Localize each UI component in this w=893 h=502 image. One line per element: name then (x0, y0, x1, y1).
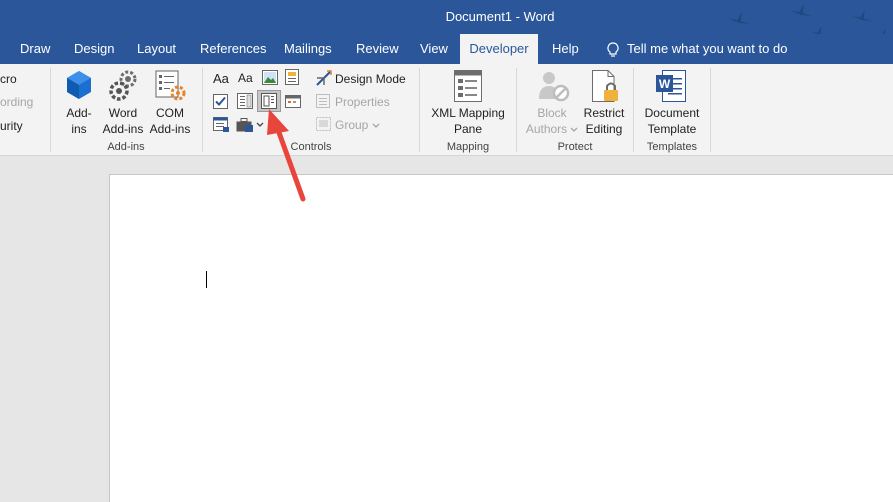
xml-mapping-line2: Pane (453, 122, 483, 136)
group-separator (633, 68, 634, 152)
word-document-template-icon: W (656, 70, 686, 102)
block-authors-icon (539, 72, 570, 102)
protect-group-label: Protect (557, 141, 593, 153)
tab-layout[interactable]: Layout (137, 34, 176, 64)
svg-text:W: W (659, 77, 671, 91)
tell-me-search[interactable]: Tell me what you want to do (607, 34, 787, 64)
word-addins-line1: Word (108, 106, 138, 120)
macros-label: cro (0, 72, 17, 86)
repeating-section-content-control-icon[interactable] (213, 117, 230, 133)
group-separator (516, 68, 517, 152)
tab-design[interactable]: Design (74, 34, 114, 64)
rich-text-content-control-icon[interactable]: Aa (213, 71, 229, 86)
chevron-down-icon (570, 127, 578, 132)
tab-references[interactable]: References (200, 34, 266, 64)
window-title: Document1 - Word (445, 9, 555, 24)
tab-draw[interactable]: Draw (20, 34, 50, 64)
picture-content-control-icon[interactable] (262, 70, 278, 85)
com-addins-icon (155, 70, 186, 101)
bird-decoration-icon (852, 10, 872, 22)
xml-mapping-pane-icon (454, 70, 482, 102)
document-area (0, 157, 893, 502)
macro-security-button[interactable]: urity (0, 119, 23, 133)
record-macro-label: ording (0, 95, 34, 109)
properties-icon (316, 94, 330, 108)
addins-line1: Add- (66, 106, 92, 120)
restrict-editing-line2: Editing (585, 122, 623, 136)
restrict-editing-icon (592, 70, 618, 102)
group-separator (710, 68, 711, 152)
tab-help[interactable]: Help (552, 34, 579, 64)
addins-group-label: Add-ins (107, 141, 145, 153)
chevron-down-icon (372, 123, 380, 128)
building-block-gallery-control-icon[interactable] (285, 69, 301, 86)
tab-view[interactable]: View (420, 34, 448, 64)
com-addins-line1: COM (156, 106, 184, 120)
xml-mapping-line1: XML Mapping (431, 106, 505, 120)
plain-text-content-control-icon[interactable]: Aa (238, 71, 253, 85)
title-bar: Document1 - Word (0, 0, 893, 39)
tab-review[interactable]: Review (356, 34, 399, 64)
restrict-editing-line1: Restrict (583, 106, 625, 120)
ribbon: cro ording urity Add-ins Word Add-ins COM… (0, 64, 893, 156)
mapping-group-label: Mapping (446, 141, 490, 153)
annotation-arrow (267, 109, 306, 202)
document-template-line1: Document (644, 106, 700, 120)
checkbox-content-control-icon[interactable] (213, 94, 228, 109)
macro-security-item[interactable]: cro (0, 72, 17, 86)
gear-addins-icon (109, 70, 137, 101)
text-cursor (206, 271, 207, 288)
tab-mailings[interactable]: Mailings (284, 34, 332, 64)
group-icon (316, 117, 331, 131)
addins-line2: ins (71, 122, 87, 136)
office-addins-icon (67, 71, 91, 99)
group-button-label: Group (335, 118, 369, 132)
com-addins-line2: Add-ins (149, 122, 191, 136)
block-authors-line2: Authors (525, 122, 568, 136)
combo-box-content-control-icon[interactable] (237, 93, 253, 109)
design-mode-button[interactable]: Design Mode (335, 72, 406, 86)
document-template-line2: Template (647, 122, 697, 136)
templates-group-label: Templates (646, 141, 698, 153)
lightbulb-icon (607, 41, 619, 57)
record-macro-item: ording (0, 95, 33, 109)
group-separator (50, 68, 51, 152)
bird-decoration-icon (790, 4, 812, 16)
block-authors-line1: Block (537, 106, 567, 120)
document-page[interactable] (109, 174, 893, 502)
design-mode-icon (316, 70, 332, 86)
bird-decoration-icon (728, 12, 750, 24)
group-separator (202, 68, 203, 152)
group-button: Group (335, 118, 380, 132)
word-addins-line2: Add-ins (102, 122, 144, 136)
properties-button: Properties (335, 95, 390, 109)
tell-me-placeholder: Tell me what you want to do (627, 41, 788, 56)
group-separator (419, 68, 420, 152)
tab-developer[interactable]: Developer (460, 34, 538, 64)
ribbon-tab-row: Draw Design Layout References Mailings R… (0, 34, 893, 64)
macro-security-label: urity (0, 119, 23, 133)
